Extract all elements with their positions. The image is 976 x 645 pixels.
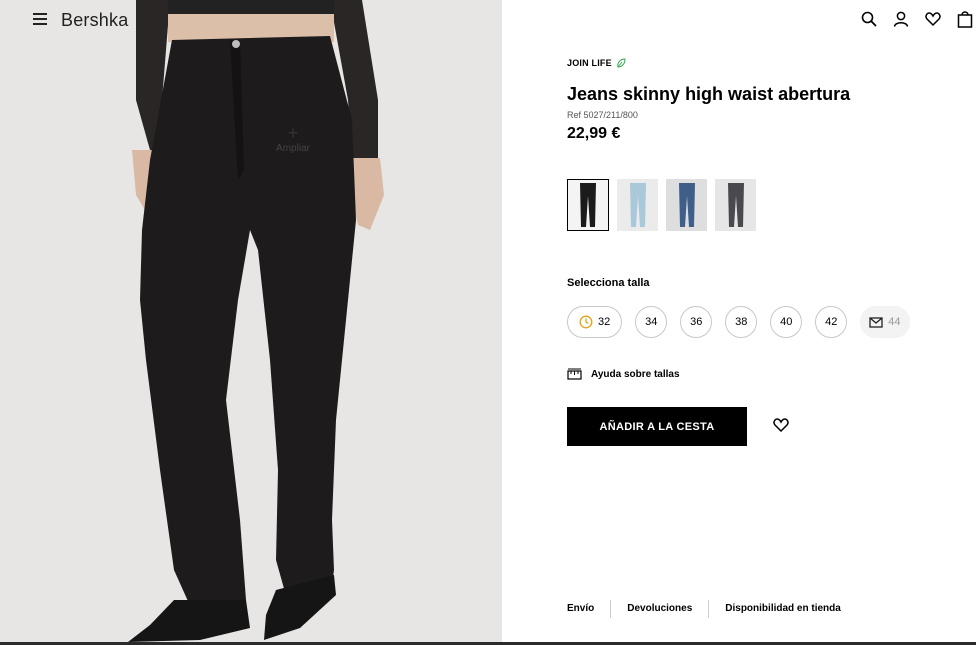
join-life-label: JOIN LIFE — [567, 58, 612, 68]
product-price: 22,99 € — [567, 125, 621, 142]
size-value: 38 — [735, 316, 748, 328]
size-option-42[interactable]: 42 — [815, 306, 848, 338]
product-title: Jeans skinny high waist abertura — [567, 84, 851, 104]
size-help-link[interactable]: Ayuda sobre tallas — [567, 368, 680, 380]
bag-icon[interactable] — [956, 10, 974, 28]
link-disponibilidad[interactable]: Disponibilidad en tienda — [708, 600, 857, 618]
size-value: 42 — [825, 316, 838, 328]
color-swatch-mid-blue[interactable] — [666, 179, 707, 231]
wishlist-heart-icon[interactable] — [773, 417, 791, 435]
clock-icon — [579, 315, 593, 329]
size-help-label: Ayuda sobre tallas — [591, 368, 680, 380]
user-icon[interactable] — [892, 10, 910, 28]
leaf-icon — [617, 58, 626, 68]
menu-icon[interactable] — [33, 13, 47, 25]
mail-icon — [869, 316, 883, 328]
size-selector-label: Selecciona talla — [567, 277, 650, 289]
color-swatch-light-blue[interactable] — [617, 179, 658, 231]
color-swatch-grey[interactable] — [715, 179, 756, 231]
size-option-40[interactable]: 40 — [770, 306, 803, 338]
size-option-44[interactable]: 44 — [860, 306, 910, 338]
add-to-cart-button[interactable]: AÑADIR A LA CESTA — [567, 407, 747, 446]
plus-icon: + — [287, 123, 299, 143]
size-value: 40 — [780, 316, 793, 328]
zoom-button[interactable]: + Ampliar — [268, 123, 318, 154]
ruler-icon — [567, 368, 582, 380]
size-value: 32 — [598, 316, 611, 328]
link-envio[interactable]: Envío — [567, 600, 610, 618]
size-value: 36 — [690, 316, 703, 328]
size-option-34[interactable]: 34 — [635, 306, 668, 338]
size-value: 34 — [645, 316, 658, 328]
size-option-38[interactable]: 38 — [725, 306, 758, 338]
color-swatch-black[interactable] — [567, 179, 609, 231]
info-links: Envío Devoluciones Disponibilidad en tie… — [567, 600, 857, 618]
color-selector — [567, 179, 756, 231]
zoom-label: Ampliar — [276, 143, 310, 154]
size-option-36[interactable]: 36 — [680, 306, 713, 338]
link-devoluciones[interactable]: Devoluciones — [610, 600, 708, 618]
product-image[interactable]: Bershka + Ampliar — [0, 0, 502, 645]
size-option-32[interactable]: 32 — [567, 306, 623, 338]
product-photo — [0, 0, 502, 645]
header-actions — [860, 10, 976, 28]
search-icon[interactable] — [860, 10, 878, 28]
size-selector: 32 34 36 38 40 42 44 — [567, 306, 910, 338]
size-value: 44 — [888, 316, 901, 328]
heart-icon[interactable] — [924, 10, 942, 28]
product-ref: Ref 5027/211/800 — [567, 110, 638, 120]
product-info: JOIN LIFE Jeans skinny high waist abertu… — [567, 58, 967, 143]
brand-logo[interactable]: Bershka — [61, 10, 128, 31]
join-life-badge: JOIN LIFE — [567, 58, 967, 68]
